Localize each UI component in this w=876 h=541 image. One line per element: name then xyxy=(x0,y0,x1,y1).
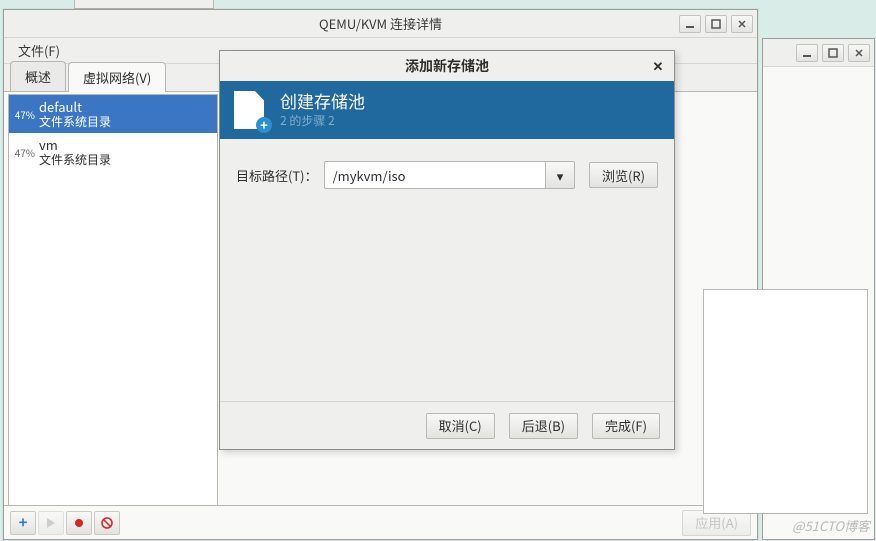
dialog-titlebar[interactable]: 添加新存储池 ✕ xyxy=(220,51,674,81)
add-pool-button[interactable]: + xyxy=(10,511,36,535)
dialog-close-button[interactable]: ✕ xyxy=(650,57,666,73)
dialog-body: 目标路径(T)： ▾ 浏览(R) xyxy=(220,139,674,401)
storage-pool-list[interactable]: 47% default 文件系统目录 47% vm 文件系统目录 xyxy=(8,94,218,505)
dialog-footer: 取消(C) 后退(B) 完成(F) xyxy=(220,401,674,449)
minimize-button[interactable] xyxy=(679,15,701,33)
plus-icon: + xyxy=(19,512,28,533)
tab-virtual-network[interactable]: 虚拟网络(V) xyxy=(68,62,166,92)
browse-button[interactable]: 浏览(R) xyxy=(589,162,658,188)
stop-pool-button[interactable] xyxy=(66,511,92,535)
secondary-titlebar[interactable] xyxy=(763,39,874,67)
menu-file[interactable]: 文件(F) xyxy=(12,38,66,63)
finish-button[interactable]: 完成(F) xyxy=(592,413,660,439)
maximize-button[interactable] xyxy=(705,15,727,33)
pool-type: 文件系统目录 xyxy=(39,115,111,129)
new-document-icon: + xyxy=(234,89,268,131)
pool-row-default[interactable]: 47% default 文件系统目录 xyxy=(9,95,217,133)
start-pool-button[interactable] xyxy=(38,511,64,535)
delete-pool-button[interactable] xyxy=(94,511,120,535)
play-icon xyxy=(46,518,56,528)
pool-type: 文件系统目录 xyxy=(39,153,111,167)
dialog-header: + 创建存储池 2 的步骤 2 xyxy=(220,81,674,139)
maximize-button[interactable] xyxy=(822,44,844,62)
background-window-fragment xyxy=(74,0,214,9)
window-titlebar[interactable]: QEMU/KVM 连接详情 xyxy=(4,10,757,38)
window-title: QEMU/KVM 连接详情 xyxy=(319,14,442,33)
close-button[interactable] xyxy=(848,44,870,62)
tab-overview[interactable]: 概述 xyxy=(10,61,66,91)
dialog-header-step: 2 的步骤 2 xyxy=(280,112,365,129)
cancel-button[interactable]: 取消(C) xyxy=(426,413,495,439)
pool-usage: 47% xyxy=(13,145,35,160)
close-icon: ✕ xyxy=(653,56,664,75)
target-path-label: 目标路径(T)： xyxy=(236,166,318,185)
minimize-button[interactable] xyxy=(796,44,818,62)
cancel-icon xyxy=(101,517,113,529)
pool-row-vm[interactable]: 47% vm 文件系统目录 xyxy=(9,133,217,171)
secondary-window xyxy=(762,38,875,540)
target-path-combo: ▾ xyxy=(324,161,575,189)
add-storage-pool-dialog: 添加新存储池 ✕ + 创建存储池 2 的步骤 2 目标路径(T)： ▾ 浏览(R… xyxy=(219,50,675,450)
pool-usage: 47% xyxy=(13,107,35,122)
record-icon xyxy=(74,518,84,528)
close-button[interactable] xyxy=(731,15,753,33)
secondary-panel xyxy=(703,289,868,514)
chevron-down-icon: ▾ xyxy=(557,166,564,185)
target-path-dropdown[interactable]: ▾ xyxy=(545,161,575,189)
dialog-title: 添加新存储池 xyxy=(405,56,489,76)
dialog-header-title: 创建存储池 xyxy=(280,91,365,111)
back-button[interactable]: 后退(B) xyxy=(509,413,578,439)
target-path-input[interactable] xyxy=(324,161,545,189)
bottom-toolbar: + 应用(A) xyxy=(4,505,757,539)
